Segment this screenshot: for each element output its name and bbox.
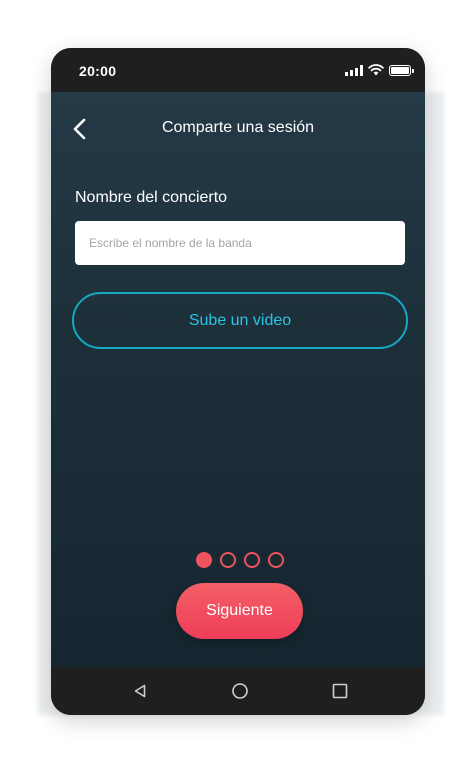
- wifi-icon: [368, 64, 384, 76]
- next-button[interactable]: Siguiente: [176, 583, 303, 639]
- signal-icon: [345, 64, 363, 76]
- status-icons: [345, 64, 414, 76]
- nav-back-icon[interactable]: [120, 667, 160, 715]
- pager-dot-4: [268, 552, 284, 568]
- nav-home-icon[interactable]: [220, 667, 260, 715]
- android-nav-bar: [51, 667, 425, 715]
- pager-dot-2: [220, 552, 236, 568]
- pager-dot-1: [196, 552, 212, 568]
- page-title: Comparte una sesión: [161, 119, 315, 136]
- upload-video-button[interactable]: Sube un video: [72, 292, 408, 349]
- status-time: 20:00: [79, 63, 117, 79]
- share-session-screen: Comparte una sesión Nombre del concierto…: [51, 92, 425, 667]
- nav-recents-icon[interactable]: [320, 667, 360, 715]
- status-bar: 20:00: [51, 48, 425, 92]
- pager-dot-3: [244, 552, 260, 568]
- concert-name-label: Nombre del concierto: [75, 189, 228, 206]
- phone-frame: 20:00 Comparte una sesión Nombre del con…: [51, 48, 425, 715]
- band-name-input[interactable]: [75, 221, 405, 265]
- pager-indicator: [196, 552, 284, 568]
- battery-icon: [389, 64, 414, 76]
